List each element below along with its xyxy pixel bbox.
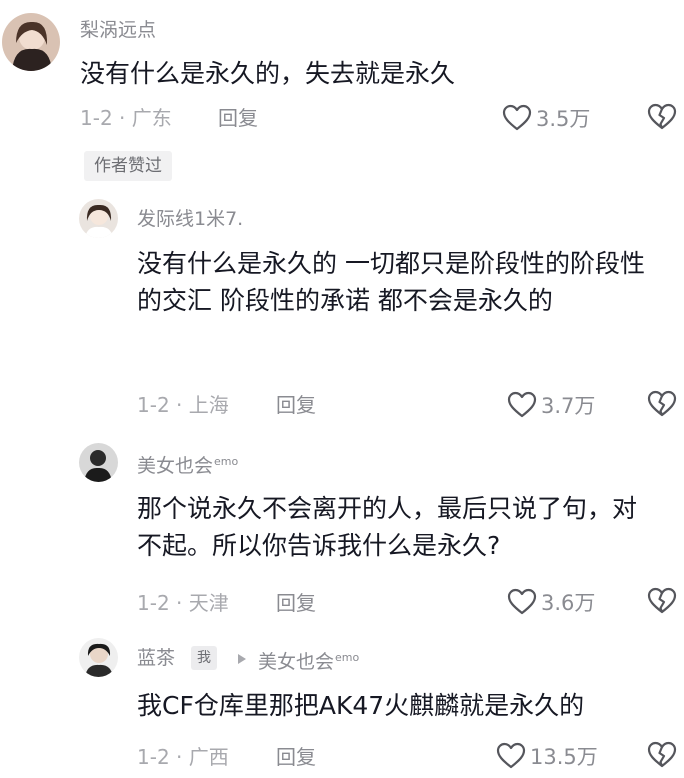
avatar-image bbox=[79, 638, 118, 677]
me-badge: 我 bbox=[191, 646, 217, 670]
comment-item: 美女也会emo 那个说永久不会离开的人，最后只说了句，对不起。所以你告诉我什么是… bbox=[0, 435, 684, 625]
comment-text: 那个说永久不会离开的人，最后只说了句，对不起。所以你告诉我什么是永久? bbox=[137, 494, 638, 560]
reply-button[interactable]: 回复 bbox=[276, 744, 316, 770]
like-count: 3.7万 bbox=[541, 394, 596, 418]
comment-text: 没有什么是永久的 一切都只是阶段性的阶段性的交汇 阶段性的承诺 都不会是永久的 bbox=[137, 249, 645, 315]
comment-item: 蓝茶 我 美女也会emo 我CF仓库里那把AK47火麒麟就是永久的 1-2 · … bbox=[0, 632, 684, 778]
like-button[interactable]: 3.6万 bbox=[507, 587, 595, 617]
username-text: 美女也会 bbox=[137, 455, 214, 477]
like-count: 3.5万 bbox=[536, 107, 591, 131]
broken-heart-icon bbox=[647, 103, 677, 130]
comment-location: 广西 bbox=[188, 745, 229, 769]
comment-location: 天津 bbox=[188, 591, 229, 615]
comment-meta: 1-2 · 广东 bbox=[80, 105, 172, 131]
comment-time: 1-2 bbox=[137, 591, 170, 615]
reply-button[interactable]: 回复 bbox=[276, 590, 316, 616]
comment-location: 广东 bbox=[131, 106, 172, 130]
avatar[interactable] bbox=[79, 443, 118, 482]
username[interactable]: 发际线1米7. bbox=[137, 207, 243, 231]
meta-separator: · bbox=[176, 745, 183, 769]
like-count: 13.5万 bbox=[530, 745, 598, 769]
username-suffix: emo bbox=[214, 455, 239, 468]
comment-meta: 1-2 · 天津 bbox=[137, 590, 229, 616]
avatar-image bbox=[79, 199, 118, 238]
broken-heart-icon bbox=[647, 741, 677, 768]
comment-item: 发际线1米7. 没有什么是永久的 一切都只是阶段性的阶段性的交汇 阶段性的承诺 … bbox=[0, 190, 684, 430]
reply-to-text: 美女也会 bbox=[258, 651, 335, 673]
like-count: 3.6万 bbox=[541, 591, 596, 615]
dislike-button[interactable] bbox=[647, 741, 677, 771]
avatar-image bbox=[79, 443, 118, 482]
like-button[interactable]: 3.7万 bbox=[507, 390, 595, 420]
username[interactable]: 蓝茶 bbox=[137, 646, 175, 670]
comment-text: 没有什么是永久的，失去就是永久 bbox=[80, 59, 456, 88]
dislike-button[interactable] bbox=[647, 103, 677, 133]
comment-time: 1-2 bbox=[80, 106, 113, 130]
comment-meta: 1-2 · 广西 bbox=[137, 744, 229, 770]
meta-separator: · bbox=[119, 106, 126, 130]
comment-item: 梨涡远点 没有什么是永久的，失去就是永久 1-2 · 广东 回复 3.5万 bbox=[0, 0, 684, 150]
like-button[interactable]: 3.5万 bbox=[502, 103, 590, 133]
meta-separator: · bbox=[176, 393, 183, 417]
reply-button[interactable]: 回复 bbox=[276, 392, 316, 418]
username[interactable]: 梨涡远点 bbox=[80, 18, 156, 42]
comment-text: 我CF仓库里那把AK47火麒麟就是永久的 bbox=[137, 691, 585, 720]
dislike-button[interactable] bbox=[647, 587, 677, 617]
dislike-button[interactable] bbox=[647, 390, 677, 420]
reply-button[interactable]: 回复 bbox=[218, 105, 258, 131]
avatar-image bbox=[2, 13, 60, 71]
comment-meta: 1-2 · 上海 bbox=[137, 392, 229, 418]
avatar[interactable] bbox=[79, 199, 118, 238]
heart-outline-icon bbox=[502, 104, 532, 131]
avatar[interactable] bbox=[79, 638, 118, 677]
broken-heart-icon bbox=[647, 587, 677, 614]
heart-outline-icon bbox=[496, 742, 526, 769]
author-liked-badge: 作者赞过 bbox=[84, 151, 172, 181]
like-button[interactable]: 13.5万 bbox=[496, 741, 598, 771]
reply-to-suffix: emo bbox=[335, 651, 360, 664]
reply-arrow-icon bbox=[238, 654, 246, 664]
avatar[interactable] bbox=[2, 13, 60, 71]
reply-to-username[interactable]: 美女也会emo bbox=[258, 646, 359, 674]
broken-heart-icon bbox=[647, 390, 677, 417]
comment-time: 1-2 bbox=[137, 745, 170, 769]
comment-time: 1-2 bbox=[137, 393, 170, 417]
username[interactable]: 美女也会emo bbox=[137, 450, 238, 478]
heart-outline-icon bbox=[507, 588, 537, 615]
comment-location: 上海 bbox=[188, 393, 229, 417]
meta-separator: · bbox=[176, 591, 183, 615]
heart-outline-icon bbox=[507, 391, 537, 418]
